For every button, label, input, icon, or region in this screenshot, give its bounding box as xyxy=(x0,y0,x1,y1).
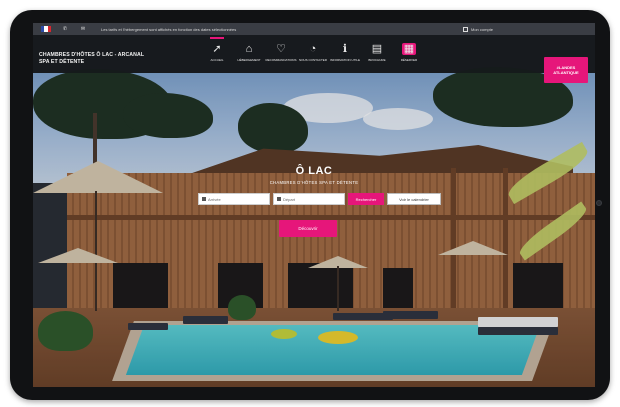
active-indicator xyxy=(402,37,416,39)
heart-icon: ♡ xyxy=(276,42,286,55)
discover-button[interactable]: Découvrir xyxy=(279,220,337,237)
nav-item-hebergement[interactable]: ⌂ HÉBERGEMENT xyxy=(233,37,265,71)
view-calendar-button[interactable]: Voir le calendrier xyxy=(387,193,441,205)
info-icon: ℹ xyxy=(342,42,348,55)
brand-line2: SPA ET DÉTENTE xyxy=(39,59,85,65)
notice-text: Les tarifs et l'hébergement sont affiché… xyxy=(101,26,237,32)
nav-label: INFORMATION UTILE xyxy=(329,57,361,62)
nav-item-contact[interactable]: ◔ NOUS CONTACTER xyxy=(297,37,329,71)
hero-photo: Ô LAC CHAMBRES D'HÔTES SPA ET DÉTENTE Ar… xyxy=(33,67,595,387)
active-indicator xyxy=(370,37,384,39)
search-form: Arrivée Départ Rechercher Voir le calend… xyxy=(198,193,441,205)
nav-item-reserver[interactable]: ▦ RÉSERVER xyxy=(393,37,425,71)
active-indicator xyxy=(306,37,320,39)
utility-bar: ✆ ✉ Les tarifs et l'hébergement sont aff… xyxy=(33,23,595,35)
pin-icon: ➚ xyxy=(212,42,222,55)
mail-icon[interactable]: ✉ xyxy=(79,26,87,32)
phone-icon[interactable]: ✆ xyxy=(61,26,69,32)
home-icon: ⌂ xyxy=(245,42,253,55)
camera-icon xyxy=(596,200,602,206)
departure-placeholder: Départ xyxy=(283,196,296,202)
language-flag-icon[interactable] xyxy=(41,26,51,32)
brand-line1: CHAMBRES D'HÔTES Ô LAC - ARCANAL xyxy=(39,52,145,58)
nav-item-brochure[interactable]: ▤ BROCHURE xyxy=(361,37,393,71)
active-indicator xyxy=(242,37,256,39)
nav-label: BROCHURE xyxy=(368,57,386,62)
active-indicator xyxy=(274,37,288,39)
active-indicator xyxy=(210,37,224,39)
calendar-icon xyxy=(277,197,281,201)
arrival-placeholder: Arrivée xyxy=(208,196,221,202)
user-icon xyxy=(463,26,468,32)
site-brand[interactable]: CHAMBRES D'HÔTES Ô LAC - ARCANAL SPA ET … xyxy=(39,52,144,66)
nav-label: ACCUEIL xyxy=(210,57,224,62)
arrival-date-field[interactable]: Arrivée xyxy=(198,193,270,205)
browser-screen: Ô LAC CHAMBRES D'HÔTES SPA ET DÉTENTE Ar… xyxy=(33,23,595,387)
landes-atlantique-badge[interactable]: #LANDES ATLANTIQUE xyxy=(544,57,588,83)
hero-subtitle: CHAMBRES D'HÔTES SPA ET DÉTENTE xyxy=(269,180,359,185)
account-link[interactable]: Mon compte xyxy=(463,26,494,32)
tablet-device: Ô LAC CHAMBRES D'HÔTES SPA ET DÉTENTE Ar… xyxy=(10,10,610,400)
site-header: CHAMBRES D'HÔTES Ô LAC - ARCANAL SPA ET … xyxy=(33,35,595,83)
active-indicator xyxy=(338,37,352,39)
document-icon: ▤ xyxy=(371,42,383,55)
nav-item-information[interactable]: ℹ INFORMATION UTILE xyxy=(329,37,361,71)
rss-icon: ◔ xyxy=(309,42,317,55)
departure-date-field[interactable]: Départ xyxy=(273,193,345,205)
main-nav: ➚ ACCUEIL ⌂ HÉBERGEMENT ♡ RECOMMANDATION… xyxy=(201,37,425,71)
account-label: Mon compte xyxy=(471,26,494,32)
nav-label: HÉBERGEMENT xyxy=(237,57,261,62)
nav-item-recommandations[interactable]: ♡ RECOMMANDATIONS xyxy=(265,37,297,71)
nav-item-accueil[interactable]: ➚ ACCUEIL xyxy=(201,37,233,71)
nav-label: NOUS CONTACTER xyxy=(299,57,327,62)
search-button[interactable]: Rechercher xyxy=(348,193,384,205)
hero-title: Ô LAC xyxy=(295,165,333,177)
nav-label: RECOMMANDATIONS xyxy=(265,57,297,62)
calendar-icon xyxy=(202,197,206,201)
nav-label: RÉSERVER xyxy=(400,57,418,62)
calendar-icon: ▦ xyxy=(402,42,416,55)
